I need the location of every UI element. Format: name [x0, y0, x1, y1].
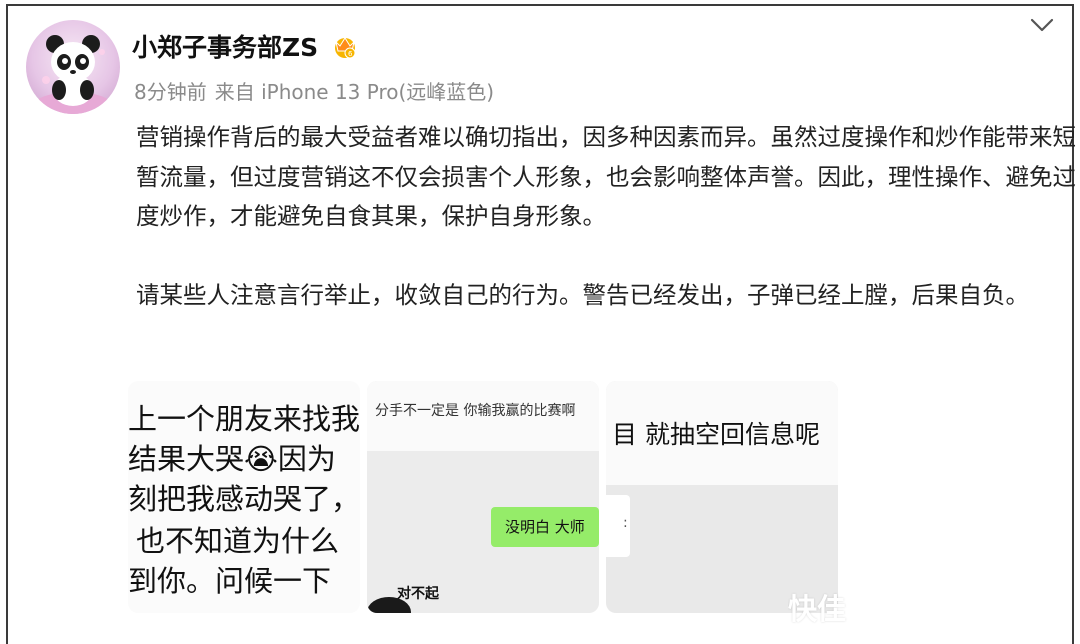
panda-avatar-icon: [33, 35, 113, 114]
chevron-down-icon[interactable]: [1028, 14, 1056, 36]
watermark: 快佳: [788, 592, 847, 626]
image-header: 目 就抽空回信息呢: [606, 381, 838, 485]
chat-card-text: :: [623, 515, 628, 531]
post-image-2[interactable]: 分手不一定是 你输我赢的比赛啊 没明白 大师 对不起: [367, 381, 599, 613]
avatar[interactable]: [26, 20, 120, 114]
username[interactable]: 小郑子事务部ZS: [132, 28, 318, 64]
post-content: 营销操作背后的最大受益者难以确切指出，因多种因素而异。虽然过度操作和炒作能带来短…: [136, 118, 1080, 315]
image-text-line: 刻把我感动哭了，: [128, 482, 360, 516]
post-image-1[interactable]: 上一个朋友来找我 结果大哭😭因为 刻把我感动哭了， 也不知道为什么 到你。问候一…: [128, 381, 360, 613]
post-image-3[interactable]: 目 就抽空回信息呢 :: [606, 381, 838, 613]
image-text-line: 上一个朋友来找我: [128, 402, 360, 436]
post-source: 来自 iPhone 13 Pro(远峰蓝色): [214, 80, 495, 104]
vip-crown-icon[interactable]: 6: [332, 33, 358, 59]
post-paragraph: 营销操作背后的最大受益者难以确切指出，因多种因素而异。虽然过度操作和炒作能带来短…: [136, 123, 1076, 230]
svg-text:6: 6: [348, 50, 353, 58]
post-meta: 8分钟前 来自 iPhone 13 Pro(远峰蓝色): [134, 76, 494, 105]
image-text: 目 就抽空回信息呢: [612, 420, 820, 449]
image-text-line: 也不知道为什么: [136, 524, 340, 558]
post-paragraph: 请某些人注意言行举止，收敛自己的行为。警告已经发出，子弹已经上膛，后果自负。: [136, 280, 1029, 309]
chat-message: 分手不一定是 你输我赢的比赛啊: [375, 403, 576, 419]
image-text-line: 到你。问候一下: [128, 564, 332, 598]
post-time[interactable]: 8分钟前: [134, 80, 207, 104]
chat-header: 分手不一定是 你输我赢的比赛啊: [367, 381, 599, 451]
chat-card: :: [606, 495, 630, 557]
image-text-line: 结果大哭😭因为: [128, 442, 336, 476]
chat-bubble: 没明白 大师: [491, 507, 599, 547]
